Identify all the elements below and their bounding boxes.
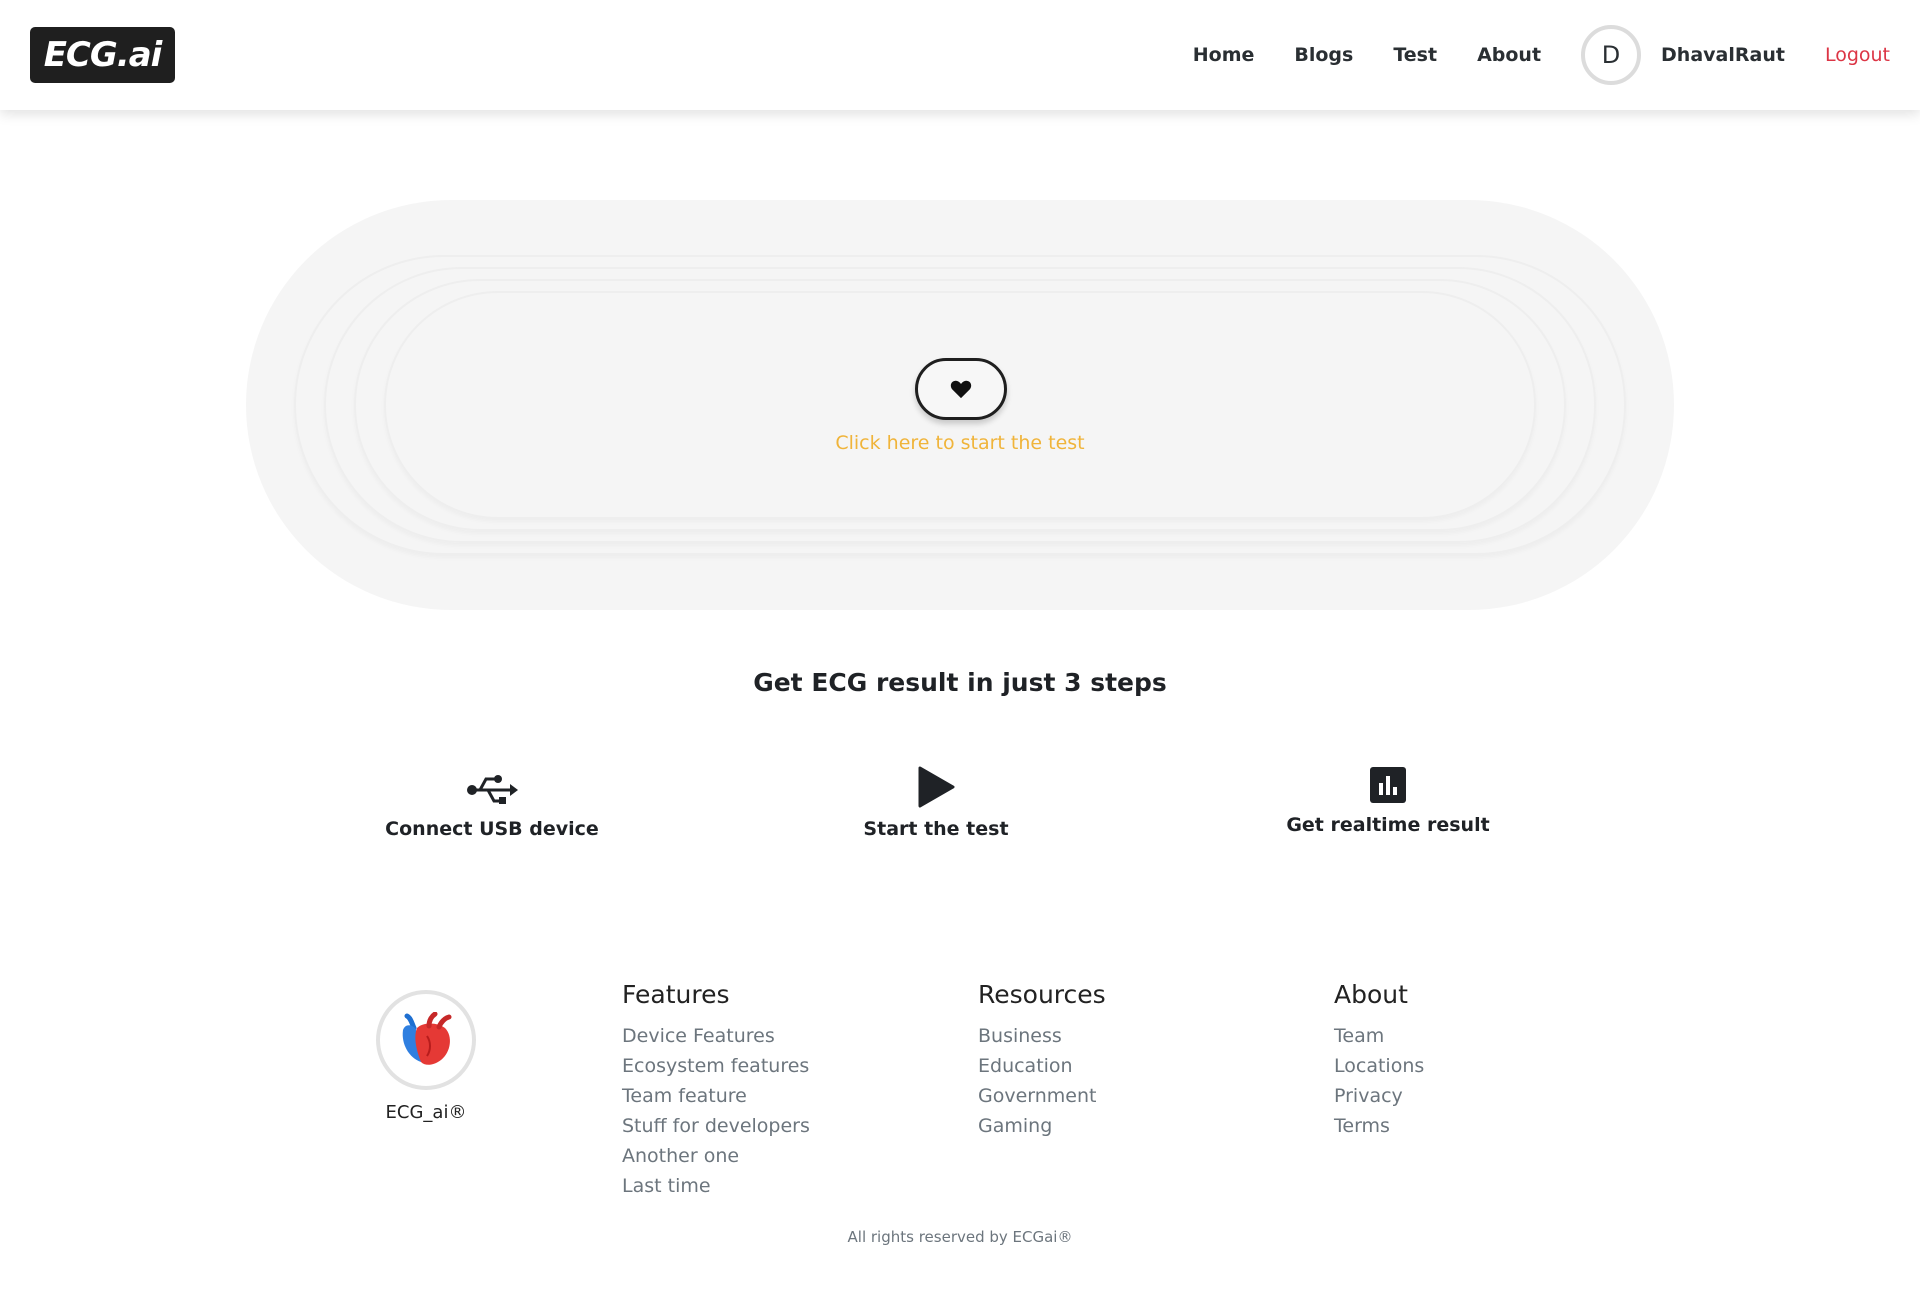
footer-logo xyxy=(376,990,476,1090)
logout-link[interactable]: Logout xyxy=(1825,44,1890,66)
footer-column-title: Features xyxy=(622,980,730,1009)
step-realtime-result: Get realtime result xyxy=(1270,766,1506,836)
usb-icon xyxy=(467,775,518,804)
footer-link[interactable]: Locations xyxy=(1334,1051,1424,1081)
nav-link-home[interactable]: Home xyxy=(1193,44,1255,66)
footer-link[interactable]: Another one xyxy=(622,1141,810,1171)
footer-link[interactable]: Device Features xyxy=(622,1021,810,1051)
brand-logo[interactable]: ECG.ai xyxy=(30,27,175,83)
anatomical-heart-icon xyxy=(402,1012,452,1065)
copyright: All rights reserved by ECGai® xyxy=(847,1228,1073,1246)
nav-link-about[interactable]: About xyxy=(1477,44,1541,66)
footer-link[interactable]: Gaming xyxy=(978,1111,1106,1141)
username: DhavalRaut xyxy=(1661,44,1785,66)
nav-link-test[interactable]: Test xyxy=(1393,44,1437,66)
footer-link[interactable]: Business xyxy=(978,1021,1106,1051)
footer-link[interactable]: Stuff for developers xyxy=(622,1111,810,1141)
footer-link[interactable]: Government xyxy=(978,1081,1106,1111)
step-label: Get realtime result xyxy=(1286,814,1490,836)
footer-column-title: About xyxy=(1334,980,1408,1009)
nav-link-blogs[interactable]: Blogs xyxy=(1294,44,1353,66)
play-icon xyxy=(918,766,955,808)
nav-links: Home Blogs Test About D DhavalRaut Logou… xyxy=(1193,0,1890,110)
start-test-button[interactable] xyxy=(915,358,1007,420)
user-avatar[interactable]: D xyxy=(1581,25,1642,85)
footer-link[interactable]: Terms xyxy=(1334,1111,1424,1141)
footer-column-title: Resources xyxy=(978,980,1106,1009)
navbar: ECG.ai Home Blogs Test About D DhavalRau… xyxy=(0,0,1920,110)
bar-chart-icon xyxy=(1370,767,1406,803)
heart-icon xyxy=(950,380,972,399)
footer-link[interactable]: Privacy xyxy=(1334,1081,1424,1111)
footer-column-about: About Team Locations Privacy Terms xyxy=(1334,980,1424,1141)
footer-link[interactable]: Last time xyxy=(622,1171,810,1201)
footer-link[interactable]: Ecosystem features xyxy=(622,1051,810,1081)
footer-link[interactable]: Education xyxy=(978,1051,1106,1081)
step-label: Connect USB device xyxy=(385,818,599,840)
footer-link[interactable]: Team xyxy=(1334,1021,1424,1051)
step-label: Start the test xyxy=(863,818,1009,840)
start-test-text[interactable]: Click here to start the test xyxy=(760,432,1160,454)
step-connect-usb: Connect USB device xyxy=(380,772,604,840)
step-start-test: Start the test xyxy=(836,766,1036,840)
footer-link[interactable]: Team feature xyxy=(622,1081,810,1111)
footer-column-resources: Resources Business Education Government … xyxy=(978,980,1106,1141)
footer-column-features: Features Device Features Ecosystem featu… xyxy=(622,980,810,1201)
footer-brand: ECG_ai® xyxy=(385,1102,467,1123)
steps-title: Get ECG result in just 3 steps xyxy=(753,668,1167,697)
